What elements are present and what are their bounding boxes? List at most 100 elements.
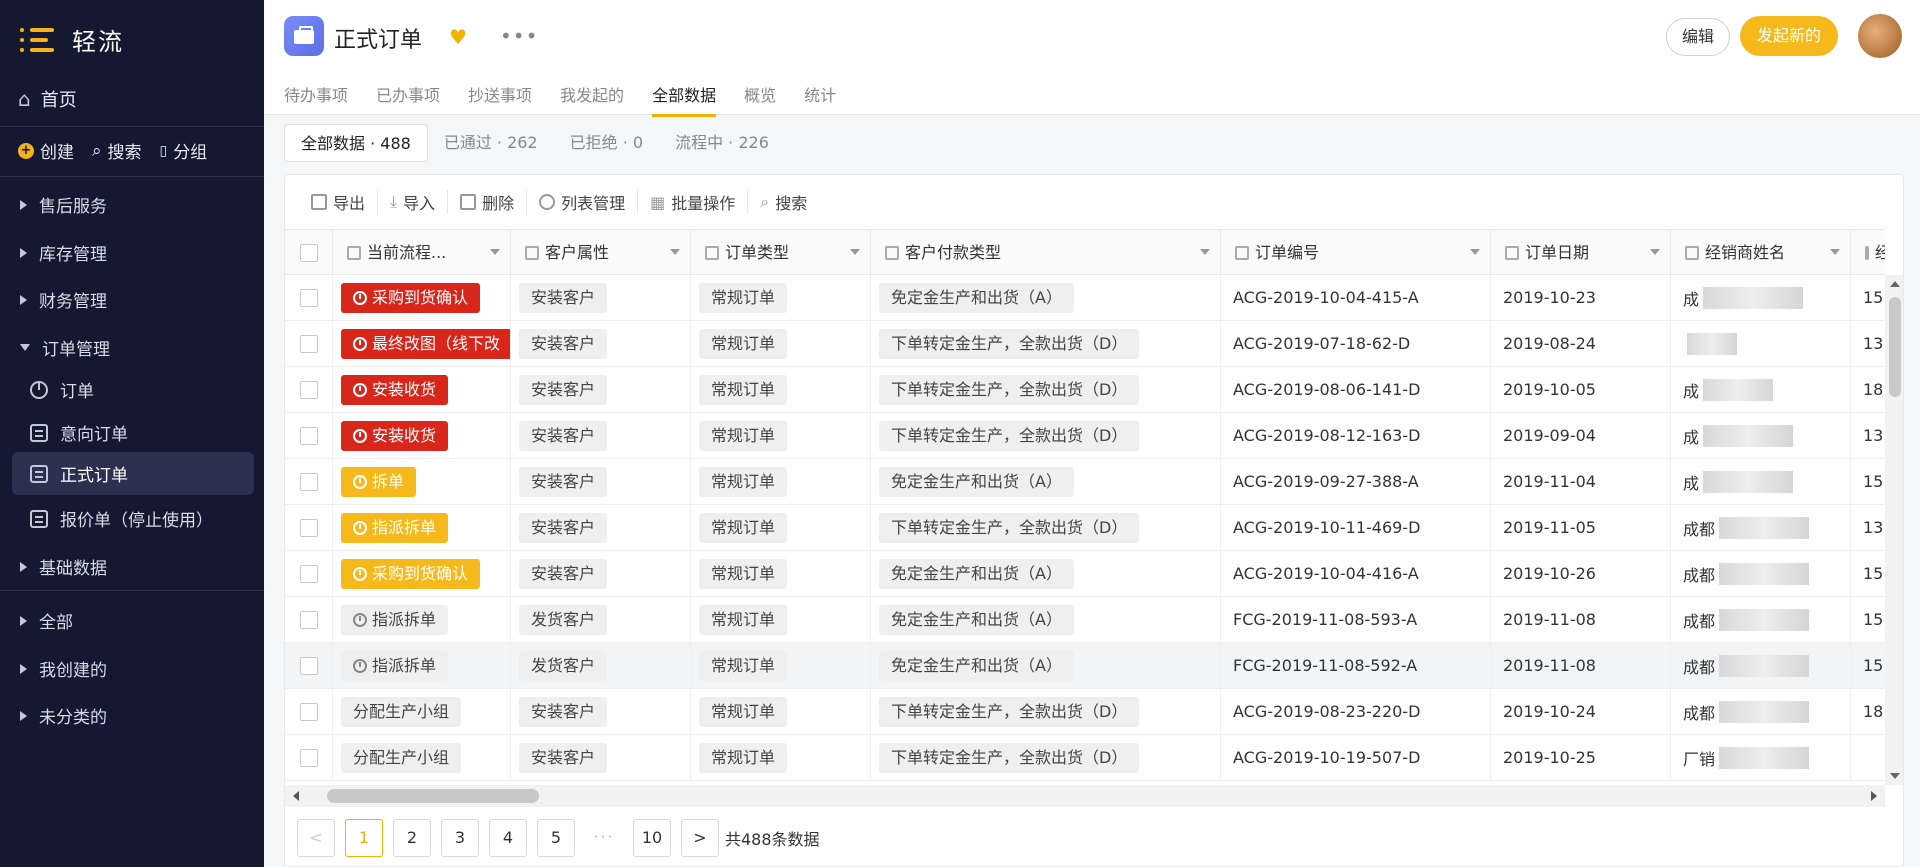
filter-rejected[interactable]: 已拒绝 · 0 [554, 124, 659, 162]
sidebar-item-quotation[interactable]: 报价单（停止使用） [30, 506, 213, 531]
alarm-clock-icon [353, 336, 367, 351]
select-all-checkbox[interactable] [299, 243, 318, 262]
avatar[interactable] [1858, 14, 1902, 58]
tab-all-data[interactable]: 全部数据 [652, 82, 717, 117]
column-header-order-date[interactable]: 订单日期 [1491, 230, 1671, 275]
row-checkbox[interactable] [299, 564, 318, 583]
filter-approved[interactable]: 已通过 · 262 [428, 124, 554, 162]
tab-overview[interactable]: 概览 [744, 82, 776, 117]
sidebar-item-intent-orders[interactable]: 意向订单 [30, 420, 128, 445]
group-button[interactable]: ▯ 分组 [160, 138, 208, 164]
table-row[interactable]: 分配生产小组 安装客户 常规订单 下单转定金生产，全款出货（D） ACG-2019-10… [285, 735, 1885, 781]
tab-statistics[interactable]: 统计 [804, 82, 836, 117]
sidebar-group-all[interactable]: 全部 [20, 608, 73, 633]
table-row[interactable]: 安装收货 安装客户 常规订单 下单转定金生产，全款出货（D） ACG-2019-08-1… [285, 413, 1885, 459]
chevron-down-icon[interactable] [670, 249, 680, 255]
sidebar-group-inventory[interactable]: 库存管理 [20, 240, 107, 265]
chevron-down-icon[interactable] [1830, 249, 1840, 255]
table-row[interactable]: 指派拆单 安装客户 常规订单 下单转定金生产，全款出货（D） ACG-2019-10-1… [285, 505, 1885, 551]
table-row[interactable]: 安装收货 安装客户 常规订单 下单转定金生产，全款出货（D） ACG-2019-08-0… [285, 367, 1885, 413]
chevron-down-icon[interactable] [1650, 249, 1660, 255]
sidebar-item-formal-orders[interactable]: 正式订单 [12, 452, 254, 495]
table-row[interactable]: 指派拆单 发货客户 常规订单 免定金生产和出货（A） FCG-2019-11-08-59… [285, 597, 1885, 643]
tab-done[interactable]: 已办事项 [376, 82, 440, 117]
favorite-heart-icon[interactable]: ♥ [449, 25, 467, 49]
row-checkbox[interactable] [299, 472, 318, 491]
scroll-right-icon[interactable] [1871, 791, 1877, 801]
new-request-button[interactable]: 发起新的 [1740, 16, 1838, 56]
table-row[interactable]: 采购到货确认 安装客户 常规订单 免定金生产和出货（A） ACG-2019-10-04-… [285, 551, 1885, 597]
row-checkbox[interactable] [299, 748, 318, 767]
list-settings-button[interactable]: 列表管理 [527, 190, 639, 214]
row-checkbox[interactable] [299, 518, 318, 537]
horizontal-scrollbar[interactable] [285, 785, 1885, 807]
batch-operation-button[interactable]: ▦ 批量操作 [638, 190, 749, 214]
vertical-scrollbar[interactable] [1885, 275, 1903, 785]
prev-page-button[interactable]: < [297, 819, 335, 857]
scroll-up-icon[interactable] [1890, 281, 1900, 287]
search-button[interactable]: ⌕ 搜索 [92, 138, 142, 164]
sidebar-group-created-by-me[interactable]: 我创建的 [20, 656, 107, 681]
page-2-button[interactable]: 2 [393, 819, 431, 857]
edit-button[interactable]: 编辑 [1666, 18, 1730, 56]
sidebar-group-after-sales[interactable]: 售后服务 [20, 192, 107, 217]
column-header-customer-attr[interactable]: 客户属性 [511, 230, 691, 275]
payment-type-tag: 免定金生产和出货（A） [879, 558, 1074, 589]
column-header-extra[interactable]: 经 [1851, 230, 1885, 275]
row-checkbox[interactable] [299, 702, 318, 721]
delete-button[interactable]: 删除 [448, 190, 528, 214]
row-checkbox[interactable] [299, 288, 318, 307]
table-search-button[interactable]: ⌕ 搜索 [748, 190, 819, 214]
tab-initiated[interactable]: 我发起的 [560, 82, 624, 117]
chevron-down-icon[interactable] [850, 249, 860, 255]
row-checkbox[interactable] [299, 334, 318, 353]
sidebar-group-uncategorized[interactable]: 未分类的 [20, 703, 107, 728]
filter-all[interactable]: 全部数据 · 488 [284, 124, 428, 162]
page-10-button[interactable]: 10 [633, 819, 671, 857]
chevron-down-icon[interactable] [1200, 249, 1210, 255]
tab-todo[interactable]: 待办事项 [284, 82, 348, 117]
app-logo[interactable]: 轻流 [20, 22, 124, 57]
payment-type-tag: 下单转定金生产，全款出货（D） [879, 374, 1140, 405]
page-3-button[interactable]: 3 [441, 819, 479, 857]
page-ellipsis[interactable]: ··· [585, 819, 623, 857]
sidebar-group-orders[interactable]: 订单管理 [20, 335, 110, 360]
table-row[interactable]: 分配生产小组 安装客户 常规订单 下单转定金生产，全款出货（D） ACG-2019-08… [285, 689, 1885, 735]
sidebar-item-home[interactable]: ⌂ 首页 [18, 86, 77, 112]
page-1-button[interactable]: 1 [345, 819, 383, 857]
next-page-button[interactable]: > [681, 819, 719, 857]
table-row[interactable]: 最终改图（线下改 安装客户 常规订单 下单转定金生产，全款出货（D） ACG-2019-… [285, 321, 1885, 367]
column-header-dealer[interactable]: 经销商姓名 [1671, 230, 1851, 275]
page-5-button[interactable]: 5 [537, 819, 575, 857]
customer-attr-tag: 安装客户 [519, 420, 608, 451]
chevron-down-icon[interactable] [1470, 249, 1480, 255]
column-label: 订单日期 [1525, 243, 1590, 262]
sidebar-group-finance[interactable]: 财务管理 [20, 287, 107, 312]
chevron-down-icon[interactable] [490, 249, 500, 255]
row-checkbox[interactable] [299, 380, 318, 399]
filter-in-progress[interactable]: 流程中 · 226 [659, 124, 785, 162]
column-header-flow[interactable]: 当前流程... [333, 230, 511, 275]
table-row[interactable]: 指派拆单 发货客户 常规订单 免定金生产和出货（A） FCG-2019-11-08-59… [285, 643, 1885, 689]
scroll-left-icon[interactable] [293, 791, 299, 801]
horizontal-scroll-thumb[interactable] [327, 789, 539, 803]
more-icon[interactable]: ••• [500, 24, 538, 48]
row-select-cell [285, 735, 333, 780]
row-checkbox[interactable] [299, 610, 318, 629]
page-4-button[interactable]: 4 [489, 819, 527, 857]
column-header-payment-type[interactable]: 客户付款类型 [871, 230, 1221, 275]
scroll-down-icon[interactable] [1890, 773, 1900, 779]
sidebar-group-basic-data[interactable]: 基础数据 [20, 554, 107, 579]
tab-cc[interactable]: 抄送事项 [468, 82, 532, 117]
row-checkbox[interactable] [299, 656, 318, 675]
export-button[interactable]: 导出 [299, 190, 379, 214]
table-row[interactable]: 拆单 安装客户 常规订单 免定金生产和出货（A） ACG-2019-09-27-388-… [285, 459, 1885, 505]
table-row[interactable]: 采购到货确认 安装客户 常规订单 免定金生产和出货（A） ACG-2019-10-04-… [285, 275, 1885, 321]
column-header-order-no[interactable]: 订单编号 [1221, 230, 1491, 275]
column-header-order-type[interactable]: 订单类型 [691, 230, 871, 275]
sidebar-item-orders[interactable]: 订单 [30, 377, 94, 402]
vertical-scroll-thumb[interactable] [1889, 297, 1901, 397]
create-button[interactable]: + 创建 [18, 138, 74, 163]
import-button[interactable]: ⤓ 导入 [378, 190, 449, 214]
row-checkbox[interactable] [299, 426, 318, 445]
